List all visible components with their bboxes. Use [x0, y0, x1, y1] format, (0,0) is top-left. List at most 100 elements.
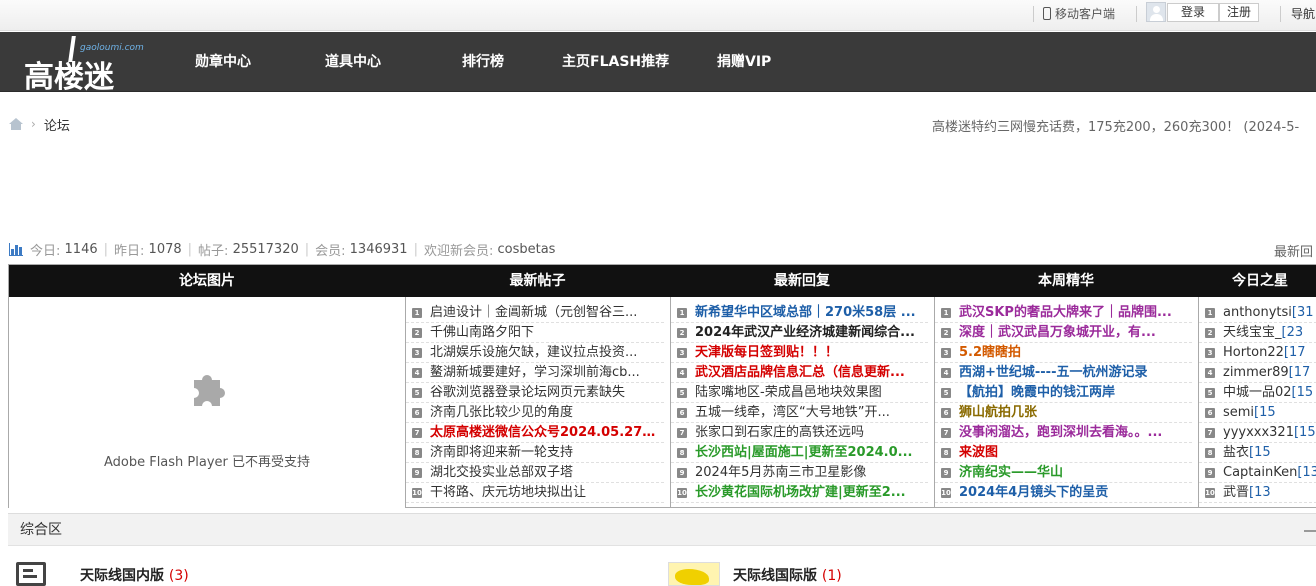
- collapse-icon[interactable]: [1304, 530, 1316, 532]
- thread-title-link[interactable]: 五城一线牵，湾区“大号地铁”开...: [695, 403, 920, 422]
- list-item[interactable]: 5 谷歌浏览器登录论坛网页元素缺失: [406, 383, 664, 403]
- breadcrumb-current[interactable]: 论坛: [44, 115, 70, 134]
- thread-title-link[interactable]: 千佛山南路夕阳下: [430, 323, 656, 342]
- list-item[interactable]: 4 西湖+世纪城----五一杭州游记录: [935, 363, 1192, 383]
- thread-title-link[interactable]: 干将路、庆元坊地块拟出让: [430, 483, 656, 502]
- register-button[interactable]: 注册: [1219, 3, 1259, 22]
- thread-title-link[interactable]: 启迪设计｜金阊新城（元创智谷三...: [430, 303, 656, 322]
- thread-title-link[interactable]: 济南纪实——华山: [959, 463, 1184, 482]
- thread-title-link[interactable]: Horton22: [1223, 345, 1284, 360]
- thread-title-link[interactable]: 狮山航拍几张: [959, 403, 1184, 422]
- announcement-link[interactable]: 高楼迷特约三网慢充话费，175充200，260充300！ (2024-5-: [932, 116, 1299, 135]
- list-item[interactable]: 5 中城一品02[15: [1199, 383, 1316, 403]
- forum-name-link[interactable]: 天际线国内版 (3): [80, 565, 189, 585]
- thread-title-link[interactable]: 来波图: [959, 443, 1184, 462]
- list-item[interactable]: 4 武汉酒店品牌信息汇总（信息更新...: [671, 363, 928, 383]
- list-item[interactable]: 2 深度｜武汉武昌万象城开业，有...: [935, 323, 1192, 343]
- list-item[interactable]: 3 天津版每日签到贴！！！: [671, 343, 928, 363]
- list-item[interactable]: 4 鳌湖新城要建好，学习深圳前海cb...: [406, 363, 664, 383]
- thread-title-link[interactable]: 长沙西站|屋面施工|更新至2024.0...: [695, 443, 920, 462]
- home-icon[interactable]: [9, 118, 23, 130]
- thread-title-link[interactable]: 2024年武汉产业经济城建新闻综合...: [695, 323, 920, 342]
- thread-title-link[interactable]: anthonytsi: [1223, 305, 1292, 320]
- thread-title-link[interactable]: 武汉SKP的奢品大牌来了｜品牌围...: [959, 303, 1184, 322]
- list-item[interactable]: 10 干将路、庆元坊地块拟出让: [406, 483, 664, 503]
- list-item[interactable]: 1 武汉SKP的奢品大牌来了｜品牌围...: [935, 303, 1192, 323]
- mobile-client-link[interactable]: 移动客户端: [1043, 5, 1115, 22]
- list-item[interactable]: 3 北湖娱乐设施欠缺，建议拉点投资...: [406, 343, 664, 363]
- list-item[interactable]: 7 张家口到石家庄的高铁还远吗: [671, 423, 928, 443]
- newest-member-link[interactable]: cosbetas: [497, 242, 555, 257]
- thread-title-link[interactable]: 中城一品02: [1223, 385, 1292, 400]
- thread-title-link[interactable]: 鳌湖新城要建好，学习深圳前海cb...: [430, 363, 656, 382]
- thread-title-link[interactable]: CaptainKen: [1223, 465, 1297, 480]
- thread-title-link[interactable]: 北湖娱乐设施欠缺，建议拉点投资...: [430, 343, 656, 362]
- nav-medal-center[interactable]: 勋章中心: [195, 32, 251, 92]
- thread-title-link[interactable]: 张家口到石家庄的高铁还远吗: [695, 423, 920, 442]
- thread-title-link[interactable]: 【航拍】晚霞中的钱江两岸: [959, 383, 1184, 402]
- list-item[interactable]: 6 semi[15: [1199, 403, 1316, 423]
- list-item[interactable]: 2 千佛山南路夕阳下: [406, 323, 664, 343]
- thread-title-link[interactable]: 济南即将迎来新一轮支持: [430, 443, 656, 462]
- list-item[interactable]: 2 2024年武汉产业经济城建新闻综合...: [671, 323, 928, 343]
- thread-title-link[interactable]: yyyxxx321: [1223, 425, 1294, 440]
- list-item[interactable]: 1 anthonytsi[31: [1199, 303, 1316, 323]
- list-item[interactable]: 5 【航拍】晚霞中的钱江两岸: [935, 383, 1192, 403]
- nav-flash-recommend[interactable]: 主页FLASH推荐: [562, 32, 669, 92]
- list-item[interactable]: 6 济南几张比较少见的角度: [406, 403, 664, 423]
- thread-title-link[interactable]: 陆家嘴地区-荣成昌邑地块效果图: [695, 383, 920, 402]
- list-item[interactable]: 8 盐衣[15: [1199, 443, 1316, 463]
- thread-title-link[interactable]: 5.2瞎瞎拍: [959, 343, 1184, 362]
- list-item[interactable]: 3 Horton22[17: [1199, 343, 1316, 363]
- list-item[interactable]: 9 湖北交投实业总部双子塔: [406, 463, 664, 483]
- list-item[interactable]: 10 2024年4月镜头下的呈贡: [935, 483, 1192, 503]
- thread-title-link[interactable]: 天线宝宝_: [1223, 325, 1282, 340]
- thread-title-link[interactable]: 西湖+世纪城----五一杭州游记录: [959, 363, 1184, 382]
- thread-title-link[interactable]: zimmer89: [1223, 365, 1289, 380]
- nav-donate-vip[interactable]: 捐赠VIP: [717, 32, 771, 92]
- list-item[interactable]: 1 启迪设计｜金阊新城（元创智谷三...: [406, 303, 664, 323]
- thread-title-link[interactable]: 谷歌浏览器登录论坛网页元素缺失: [430, 383, 656, 402]
- list-item[interactable]: 7 yyyxxx321[15: [1199, 423, 1316, 443]
- list-item[interactable]: 7 没事闲溜达，跑到深圳去看海。。...: [935, 423, 1192, 443]
- list-item[interactable]: 9 济南纪实——华山: [935, 463, 1192, 483]
- list-item[interactable]: 10 长沙黄花国际机场改扩建|更新至2...: [671, 483, 928, 503]
- list-item[interactable]: 3 5.2瞎瞎拍: [935, 343, 1192, 363]
- thread-title-link[interactable]: 天津版每日签到贴！！！: [695, 343, 920, 362]
- thread-title-link[interactable]: 新希望华中区域总部｜270米58层 ...: [695, 303, 920, 322]
- forum-entry[interactable]: 天际线国内版 (3): [8, 560, 308, 586]
- login-button[interactable]: 登录: [1167, 3, 1219, 22]
- list-item[interactable]: 6 五城一线牵，湾区“大号地铁”开...: [671, 403, 928, 423]
- thread-title-link[interactable]: 2024年5月苏南三市卫星影像: [695, 463, 920, 482]
- thread-title-link[interactable]: 济南几张比较少见的角度: [430, 403, 656, 422]
- thread-title-link[interactable]: 太原高楼迷微信公众号2024.05.27...: [430, 423, 656, 442]
- thread-title-link[interactable]: 深度｜武汉武昌万象城开业，有...: [959, 323, 1184, 342]
- list-item[interactable]: 8 来波图: [935, 443, 1192, 463]
- list-item[interactable]: 4 zimmer89[17: [1199, 363, 1316, 383]
- navigation-link[interactable]: 导航: [1291, 5, 1315, 22]
- nav-item-center[interactable]: 道具中心: [325, 32, 381, 92]
- list-item[interactable]: 9 2024年5月苏南三市卫星影像: [671, 463, 928, 483]
- site-logo[interactable]: gaoloumi.com 高楼迷: [24, 35, 149, 95]
- list-item[interactable]: 5 陆家嘴地区-荣成昌邑地块效果图: [671, 383, 928, 403]
- list-item[interactable]: 10 武晋[13: [1199, 483, 1316, 503]
- thread-title-link[interactable]: 武汉酒店品牌信息汇总（信息更新...: [695, 363, 920, 382]
- thread-title-link[interactable]: 没事闲溜达，跑到深圳去看海。。...: [959, 423, 1184, 442]
- thread-title-link[interactable]: 武晋: [1223, 485, 1249, 500]
- thread-title-link[interactable]: 2024年4月镜头下的呈贡: [959, 483, 1184, 502]
- list-item[interactable]: 9 CaptainKen[13: [1199, 463, 1316, 483]
- list-item[interactable]: 6 狮山航拍几张: [935, 403, 1192, 423]
- list-item[interactable]: 2 天线宝宝_[23: [1199, 323, 1316, 343]
- forum-entry[interactable]: 天际线国际版 (1): [668, 560, 968, 586]
- thread-title-link[interactable]: 盐衣: [1223, 445, 1249, 460]
- latest-replies-link[interactable]: 最新回: [1274, 241, 1313, 260]
- forum-name-link[interactable]: 天际线国际版 (1): [733, 565, 842, 585]
- list-item[interactable]: 8 长沙西站|屋面施工|更新至2024.0...: [671, 443, 928, 463]
- list-item[interactable]: 8 济南即将迎来新一轮支持: [406, 443, 664, 463]
- thread-title-link[interactable]: 湖北交投实业总部双子塔: [430, 463, 656, 482]
- nav-ranking[interactable]: 排行榜: [462, 32, 504, 92]
- list-item[interactable]: 1 新希望华中区域总部｜270米58层 ...: [671, 303, 928, 323]
- list-item[interactable]: 7 太原高楼迷微信公众号2024.05.27...: [406, 423, 664, 443]
- thread-title-link[interactable]: 长沙黄花国际机场改扩建|更新至2...: [695, 483, 920, 502]
- thread-title-link[interactable]: semi: [1223, 405, 1254, 420]
